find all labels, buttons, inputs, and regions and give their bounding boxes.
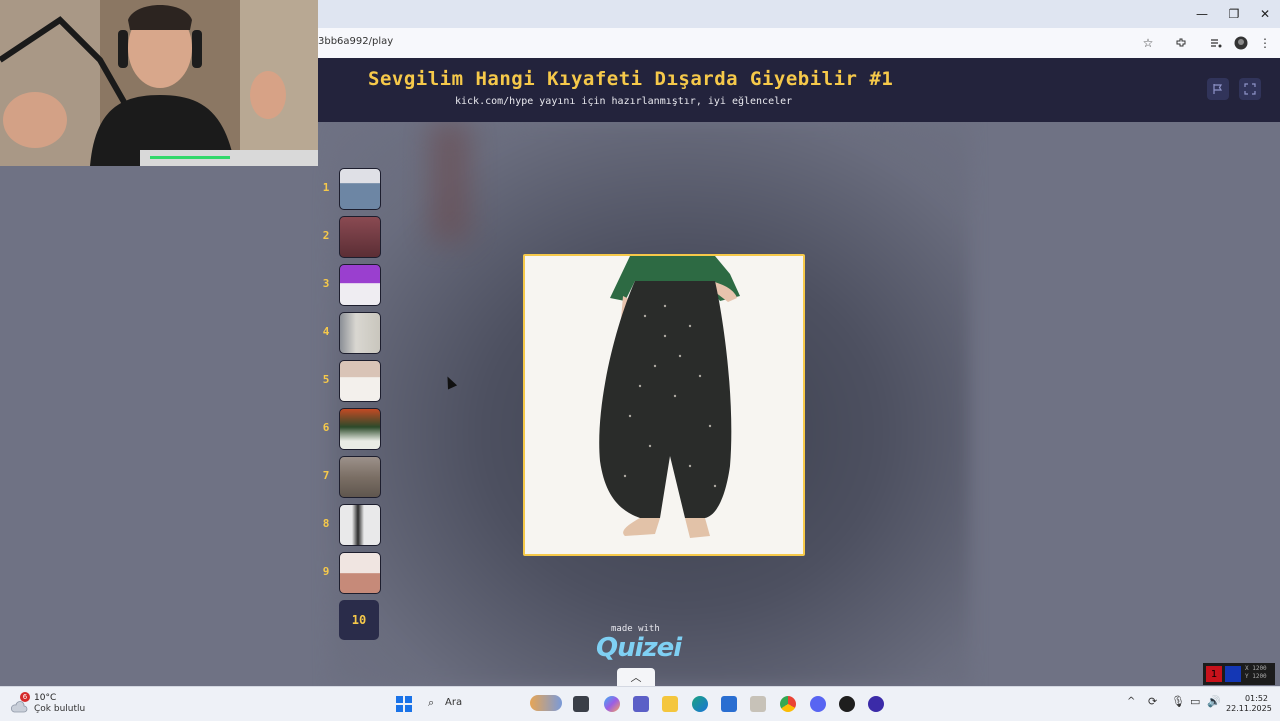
teams-icon[interactable] xyxy=(633,696,649,712)
restore-button[interactable]: ❐ xyxy=(1218,0,1250,28)
quiz-header: Sevgilim Hangi Kıyafeti Dışarda Giyebili… xyxy=(318,58,1280,122)
app-icon[interactable] xyxy=(750,696,766,712)
thumbnail-image[interactable] xyxy=(339,504,381,546)
current-question-number[interactable]: 10 xyxy=(339,600,379,640)
overlay-counter: 1 xyxy=(1206,666,1222,682)
tray-chevron-up-icon[interactable]: ^ xyxy=(1127,696,1135,707)
taskbar-search[interactable]: ⌕ Ara xyxy=(420,695,562,713)
chrome-icon[interactable] xyxy=(780,696,796,712)
flag-icon xyxy=(1213,84,1223,94)
thumbnail-item-current[interactable]: 10 xyxy=(318,600,388,644)
thumbnail-image[interactable] xyxy=(339,312,381,354)
copilot-icon[interactable] xyxy=(604,696,620,712)
search-icon: ⌕ xyxy=(428,696,435,709)
minimize-button[interactable]: — xyxy=(1186,0,1218,28)
network-icon[interactable]: ▭ xyxy=(1190,695,1200,708)
quiz-title: Sevgilim Hangi Kıyafeti Dışarda Giyebili… xyxy=(368,68,894,90)
weather-badge: 6 xyxy=(20,692,30,702)
thumbnail-item[interactable]: 9 xyxy=(318,552,388,596)
weather-temperature: 10°C xyxy=(34,693,57,703)
thumbnail-image[interactable] xyxy=(339,408,381,450)
thumbnail-number: 6 xyxy=(322,421,330,434)
overlay-readout: X 1200 Y 1200 xyxy=(1245,665,1267,681)
obs-icon[interactable] xyxy=(839,696,855,712)
thumbnail-number: 9 xyxy=(322,565,330,578)
outfit-illustration xyxy=(525,256,803,554)
taskbar-clock[interactable]: 01:52 22.11.2025 xyxy=(1226,694,1272,714)
fullscreen-icon xyxy=(1244,83,1256,95)
sync-icon[interactable]: ⟳ xyxy=(1148,695,1157,708)
search-placeholder: Ara xyxy=(445,697,463,708)
thumbnail-number: 7 xyxy=(322,469,330,482)
file-explorer-icon[interactable] xyxy=(662,696,678,712)
thumbnail-item[interactable]: 5 xyxy=(318,360,388,404)
blurred-background-accent xyxy=(430,122,470,242)
app-icon-2[interactable] xyxy=(868,696,884,712)
windows-start-icon[interactable] xyxy=(396,696,412,712)
quiz-subtitle: kick.com/hype yayını için hazırlanmıştır… xyxy=(455,96,793,107)
report-flag-button[interactable] xyxy=(1207,78,1229,100)
close-button[interactable]: ✕ xyxy=(1249,0,1280,28)
thumbnail-item[interactable]: 3 xyxy=(318,264,388,308)
fullscreen-button[interactable] xyxy=(1239,78,1261,100)
stream-overlay-widget: 1 X 1200 Y 1200 xyxy=(1203,663,1275,685)
browser-menu-icon[interactable]: ⋮ xyxy=(1256,34,1274,52)
thumbnail-image[interactable] xyxy=(339,264,381,306)
quizei-logo[interactable]: Quizei xyxy=(596,633,682,663)
thumbnail-image[interactable] xyxy=(339,456,381,498)
extensions-icon[interactable] xyxy=(1172,34,1190,52)
overlay-line-2: Y 1200 xyxy=(1245,673,1267,680)
search-highlight-icon xyxy=(530,695,562,711)
thumbnail-item[interactable]: 6 xyxy=(318,408,388,452)
bookmark-star-icon[interactable]: ☆ xyxy=(1139,34,1157,52)
thumbnail-number: 1 xyxy=(322,181,330,194)
volume-icon[interactable]: 🔊 xyxy=(1207,695,1221,708)
thumbnail-number: 8 xyxy=(322,517,330,530)
media-controls-icon[interactable] xyxy=(1207,34,1225,52)
thumbnail-number: 2 xyxy=(322,229,330,242)
microphone-icon[interactable]: 🎙 xyxy=(1171,695,1185,708)
thumbnail-item[interactable]: 4 xyxy=(318,312,388,356)
clock-date: 22.11.2025 xyxy=(1226,704,1272,713)
discord-icon[interactable] xyxy=(810,696,826,712)
thumbnail-item[interactable]: 2 xyxy=(318,216,388,260)
overlay-line-1: X 1200 xyxy=(1245,665,1267,672)
thumbnail-image[interactable] xyxy=(339,168,381,210)
url-text[interactable]: 3bb6a992/play xyxy=(318,36,393,47)
expand-panel-button[interactable]: ︿ xyxy=(617,668,655,686)
webcam-overlay xyxy=(0,0,318,166)
chevron-up-icon: ︿ xyxy=(630,671,642,684)
clock-time: 01:52 xyxy=(1244,694,1268,703)
weather-condition: Çok bulutlu xyxy=(34,704,86,714)
thumbnail-number: 5 xyxy=(322,373,330,386)
thumbnail-image[interactable] xyxy=(339,360,381,402)
thumbnail-item[interactable]: 7 xyxy=(318,456,388,500)
webcam-feed-illustration xyxy=(0,0,318,166)
task-view-icon[interactable] xyxy=(573,696,589,712)
main-outfit-image[interactable] xyxy=(523,254,805,556)
thumbnail-item[interactable]: 1 xyxy=(318,168,388,212)
store-icon[interactable] xyxy=(721,696,737,712)
overlay-blue-square xyxy=(1225,666,1241,682)
thumbnail-image[interactable] xyxy=(339,552,381,594)
windows-taskbar: 6 10°C Çok bulutlu ⌕ Ara ^ ⟳ 🎙 ▭ 🔊 01:52… xyxy=(0,686,1280,721)
thumbnail-item[interactable]: 8 xyxy=(318,504,388,548)
profile-avatar-icon[interactable] xyxy=(1232,34,1250,52)
edge-icon[interactable] xyxy=(692,696,708,712)
thumbnail-image[interactable] xyxy=(339,216,381,258)
thumbnail-number: 4 xyxy=(322,325,330,338)
thumbnail-number: 3 xyxy=(322,277,330,290)
